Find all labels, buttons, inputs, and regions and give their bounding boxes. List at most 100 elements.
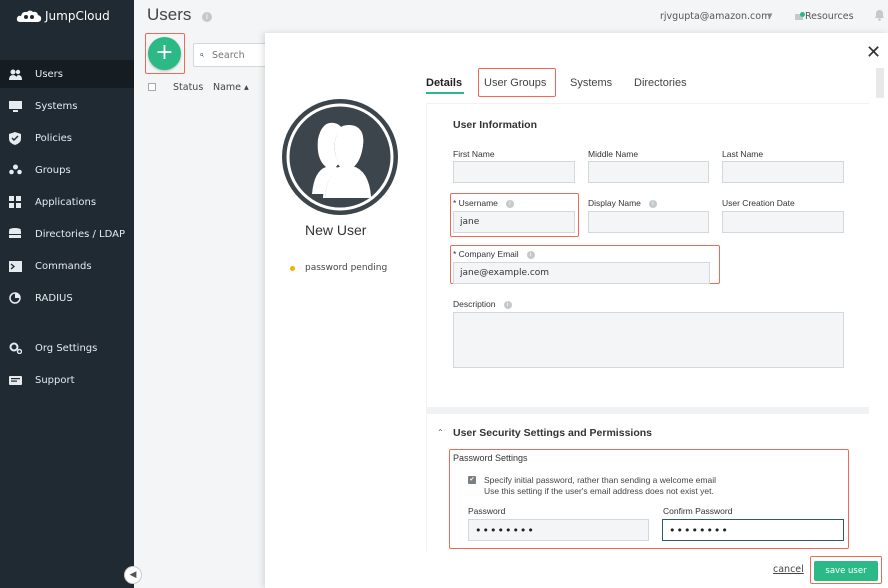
systems-icon [8,99,22,113]
password-settings-label: Password Settings [453,453,528,463]
sidebar-item-directories[interactable]: Directories / LDAP [0,220,134,248]
jumpcloud-logo[interactable]: JumpCloud [16,9,110,23]
info-icon[interactable]: i [526,250,535,259]
company-email-label-row: * Company Email i [453,249,535,259]
user-information-title: User Information [453,119,538,131]
cancel-link[interactable]: cancel [773,564,804,575]
status-indicator [290,266,295,271]
display-name-label: Display Name [588,198,641,208]
creation-date-field[interactable] [722,211,844,233]
first-name-field[interactable] [453,161,575,183]
directories-icon [8,227,22,241]
resources-label: Resources [805,11,854,22]
username-label: * Username [453,198,498,208]
status-column-header[interactable]: Status [173,82,203,93]
scrollbar[interactable] [876,68,884,98]
status-text: password pending [305,263,388,273]
user-menu[interactable]: rjvgupta@amazon.com [660,11,770,22]
sidebar: JumpCloud Users Systems Policies Groups … [0,0,134,588]
sidebar-item-support[interactable]: Support [0,366,134,394]
sidebar-item-label: Groups [35,164,71,176]
support-icon [8,373,22,387]
info-icon[interactable]: i [505,199,514,208]
search-icon [200,53,204,57]
search-box[interactable] [193,43,273,67]
sidebar-item-label: Systems [35,100,78,112]
highlight-frame [478,68,556,97]
info-icon[interactable]: i [648,199,657,208]
sidebar-item-users[interactable]: Users [0,60,134,88]
tab-details[interactable]: Details [426,77,462,89]
username-field[interactable] [453,211,575,233]
checkbox-description: Specify initial password, rather than se… [484,475,716,497]
tab-systems[interactable]: Systems [570,77,612,89]
sidebar-item-label: Org Settings [35,342,98,354]
new-user-heading: New User [305,222,367,238]
sidebar-item-label: Support [35,374,75,386]
commands-icon [8,259,22,273]
chevron-left-icon: ◀ [129,570,137,580]
sidebar-item-radius[interactable]: RADIUS [0,284,134,312]
description-label-row: Description i [453,299,512,309]
first-name-label: First Name [453,149,495,159]
sidebar-item-label: RADIUS [35,292,73,304]
initial-password-checkbox[interactable]: ✔ [468,476,476,484]
close-icon[interactable]: ✕ [866,44,881,62]
sidebar-item-label: Applications [35,196,97,208]
resources-icon [795,11,805,20]
company-email-label: * Company Email [453,249,519,259]
caret-down-icon[interactable]: ▼ [767,12,772,20]
resources-link[interactable]: Resources [795,11,854,22]
info-icon[interactable]: i [202,12,212,22]
cloud-logo-icon [16,10,42,22]
users-icon [8,67,22,81]
company-email-field[interactable] [453,262,710,284]
last-name-field[interactable] [722,161,844,183]
sidebar-item-org-settings[interactable]: Org Settings [0,334,134,362]
info-icon[interactable]: i [503,300,512,309]
sidebar-item-groups[interactable]: Groups [0,156,134,184]
sidebar-item-policies[interactable]: Policies [0,124,134,152]
radius-icon [8,291,22,305]
collapse-sidebar-button[interactable]: ◀ [124,566,142,584]
save-user-button[interactable]: save user [814,561,878,581]
groups-icon [8,163,22,177]
org-settings-icon [8,341,22,355]
checkbox-line-1: Specify initial password, rather than se… [484,475,716,485]
last-name-label: Last Name [722,149,764,159]
display-name-label-row: Display Name i [588,198,657,208]
username-label-row: * Username i [453,198,514,208]
chevron-up-icon[interactable]: ⌃ [437,428,444,437]
creation-date-label: User Creation Date [722,198,795,208]
sidebar-item-systems[interactable]: Systems [0,92,134,120]
sidebar-item-label: Users [35,68,64,80]
name-column-header[interactable]: Name ▴ [213,82,249,93]
tab-directories[interactable]: Directories [634,77,687,89]
middle-name-field[interactable] [588,161,709,183]
avatar [282,99,398,215]
confirm-password-field[interactable] [662,519,844,541]
sidebar-item-commands[interactable]: Commands [0,252,134,280]
middle-name-label: Middle Name [588,149,639,159]
search-input[interactable] [212,49,272,61]
sidebar-item-label: Commands [35,260,92,272]
sidebar-item-label: Directories / LDAP [35,228,126,240]
confirm-password-label: Confirm Password [663,506,733,516]
password-field[interactable] [468,519,649,541]
policies-icon [8,131,22,145]
select-all-checkbox[interactable] [148,83,156,91]
applications-icon [8,195,22,209]
bell-icon[interactable] [874,9,885,24]
sidebar-item-label: Policies [35,132,72,144]
active-tab-underline [426,92,464,94]
brand-name: JumpCloud [45,9,110,23]
page-title: Users [147,5,192,24]
sidebar-item-applications[interactable]: Applications [0,188,134,216]
display-name-field[interactable] [588,211,709,233]
add-user-button[interactable]: + [148,37,181,70]
security-settings-title[interactable]: User Security Settings and Permissions [453,427,652,439]
checkbox-line-2: Use this setting if the user's email add… [484,486,714,496]
description-label: Description [453,299,496,309]
password-label: Password [468,506,506,516]
description-field[interactable] [453,312,844,368]
